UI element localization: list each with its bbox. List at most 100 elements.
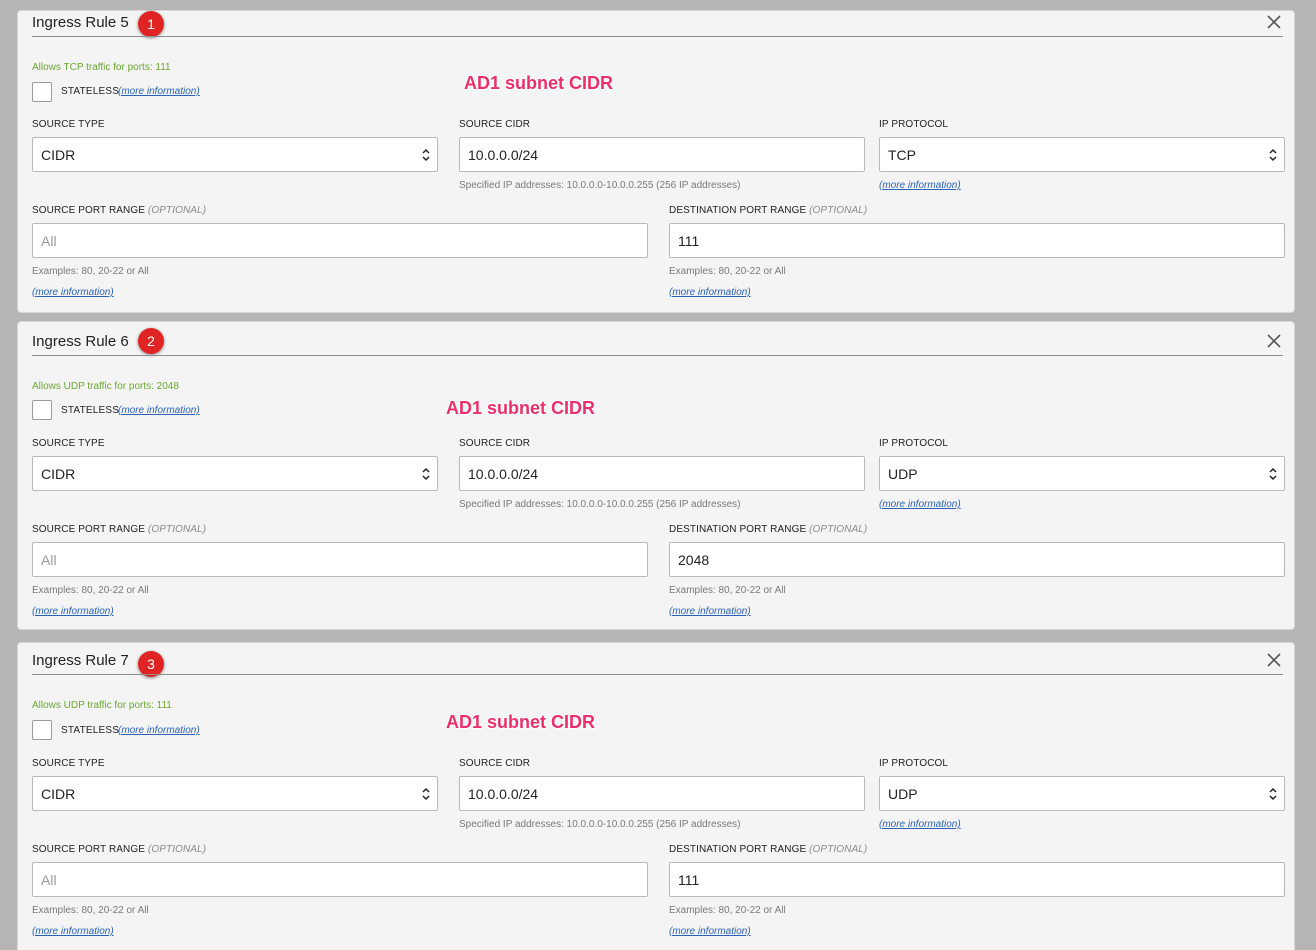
source-cidr-help: Specified IP addresses: 10.0.0.0-10.0.0.… [459, 499, 741, 510]
stateless-checkbox[interactable] [32, 82, 52, 102]
source-type-value: CIDR [41, 785, 76, 802]
source-port-range-input[interactable]: All [32, 223, 648, 258]
source-cidr-help: Specified IP addresses: 10.0.0.0-10.0.0.… [459, 819, 741, 830]
destination-port-help: Examples: 80, 20-22 or All [669, 266, 786, 277]
chevron-up-down-icon [422, 787, 430, 801]
rule-title: Ingress Rule 6 [32, 333, 129, 350]
destination-port-range-label: DESTINATION PORT RANGE (OPTIONAL) [669, 524, 867, 535]
close-icon[interactable] [1266, 652, 1282, 668]
source-type-label: SOURCE TYPE [32, 438, 105, 449]
source-port-range-label: SOURCE PORT RANGE (OPTIONAL) [32, 844, 206, 855]
source-port-more-info-link[interactable]: (more information) [32, 606, 114, 617]
annotation-label: AD1 subnet CIDR [446, 398, 596, 418]
ip-protocol-value: UDP [888, 785, 918, 802]
optional-tag: (OPTIONAL) [147, 524, 207, 535]
source-port-range-label-text: SOURCE PORT RANGE [32, 205, 146, 216]
source-type-value: CIDR [41, 146, 76, 163]
source-cidr-label: SOURCE CIDR [459, 438, 531, 449]
source-port-help: Examples: 80, 20-22 or All [32, 266, 149, 277]
destination-port-help: Examples: 80, 20-22 or All [669, 585, 786, 596]
stateless-label: STATELESS [61, 725, 120, 736]
destination-port-help: Examples: 80, 20-22 or All [669, 905, 786, 916]
destination-port-range-label: DESTINATION PORT RANGE (OPTIONAL) [669, 205, 867, 216]
destination-port-range-label-text: DESTINATION PORT RANGE [669, 524, 807, 535]
ip-protocol-label: IP PROTOCOL [879, 758, 949, 769]
optional-tag: (OPTIONAL) [809, 524, 868, 535]
optional-tag: (OPTIONAL) [147, 205, 207, 216]
source-port-range-label: SOURCE PORT RANGE (OPTIONAL) [32, 524, 206, 535]
ip-protocol-select[interactable]: TCP [879, 137, 1285, 172]
ip-protocol-value: TCP [888, 146, 916, 163]
destination-port-more-info-link[interactable]: (more information) [669, 287, 751, 298]
source-cidr-input[interactable]: 10.0.0.0/24 [459, 776, 865, 811]
annotation-badge: 2 [138, 328, 164, 354]
destination-port-range-label-text: DESTINATION PORT RANGE [669, 205, 807, 216]
rule-title: Ingress Rule 7 [32, 652, 129, 669]
optional-tag: (OPTIONAL) [809, 844, 868, 855]
source-type-select[interactable]: CIDR [32, 776, 438, 811]
source-port-help: Examples: 80, 20-22 or All [32, 585, 149, 596]
stateless-checkbox[interactable] [32, 400, 52, 420]
annotation-badge: 1 [138, 11, 164, 37]
source-cidr-label: SOURCE CIDR [459, 119, 531, 130]
ip-protocol-select[interactable]: UDP [879, 456, 1285, 491]
ip-protocol-label: IP PROTOCOL [879, 119, 949, 130]
ingress-rule-card: Ingress Rule 6 2 Allows UDP traffic for … [17, 321, 1295, 630]
stateless-checkbox[interactable] [32, 720, 52, 740]
chevron-up-down-icon [1269, 467, 1277, 481]
source-port-range-label-text: SOURCE PORT RANGE [32, 844, 146, 855]
source-port-range-input[interactable]: All [32, 542, 648, 577]
title-divider [32, 674, 1283, 675]
ip-protocol-more-info-link[interactable]: (more information) [879, 819, 961, 830]
chevron-up-down-icon [1269, 148, 1277, 162]
close-icon[interactable] [1266, 333, 1282, 349]
ip-protocol-value: UDP [888, 465, 918, 482]
source-cidr-input[interactable]: 10.0.0.0/24 [459, 137, 865, 172]
annotation-label: AD1 subnet CIDR [446, 712, 596, 732]
destination-port-range-input[interactable]: 111 [669, 862, 1285, 897]
title-divider [32, 355, 1283, 356]
source-port-more-info-link[interactable]: (more information) [32, 287, 114, 298]
source-port-more-info-link[interactable]: (more information) [32, 926, 114, 937]
destination-port-more-info-link[interactable]: (more information) [669, 606, 751, 617]
annotation-label: AD1 subnet CIDR [464, 73, 614, 93]
optional-tag: (OPTIONAL) [809, 205, 868, 216]
destination-port-range-input[interactable]: 111 [669, 223, 1285, 258]
title-divider [32, 36, 1283, 37]
rule-summary: Allows UDP traffic for ports: 2048 [32, 381, 179, 392]
source-type-label: SOURCE TYPE [32, 758, 105, 769]
destination-port-range-label-text: DESTINATION PORT RANGE [669, 844, 807, 855]
close-icon[interactable] [1266, 14, 1282, 30]
source-type-label: SOURCE TYPE [32, 119, 105, 130]
optional-tag: (OPTIONAL) [147, 844, 207, 855]
stateless-label: STATELESS [61, 86, 120, 97]
chevron-up-down-icon [422, 148, 430, 162]
source-port-range-input[interactable]: All [32, 862, 648, 897]
source-cidr-input[interactable]: 10.0.0.0/24 [459, 456, 865, 491]
destination-port-range-input[interactable]: 2048 [669, 542, 1285, 577]
source-type-select[interactable]: CIDR [32, 456, 438, 491]
source-cidr-label: SOURCE CIDR [459, 758, 531, 769]
source-type-select[interactable]: CIDR [32, 137, 438, 172]
destination-port-range-label: DESTINATION PORT RANGE (OPTIONAL) [669, 844, 867, 855]
ip-protocol-label: IP PROTOCOL [879, 438, 949, 449]
ingress-rule-card: Ingress Rule 5 1 Allows TCP traffic for … [17, 10, 1295, 313]
source-port-range-label: SOURCE PORT RANGE (OPTIONAL) [32, 205, 206, 216]
stateless-more-info-link[interactable]: (more information) [118, 86, 200, 97]
rule-summary: Allows UDP traffic for ports: 111 [32, 700, 172, 711]
rule-title: Ingress Rule 5 [32, 14, 129, 31]
ip-protocol-more-info-link[interactable]: (more information) [879, 180, 961, 191]
rule-summary: Allows TCP traffic for ports: 111 [32, 62, 171, 73]
chevron-up-down-icon [422, 467, 430, 481]
ip-protocol-select[interactable]: UDP [879, 776, 1285, 811]
stateless-label: STATELESS [61, 405, 120, 416]
source-cidr-help: Specified IP addresses: 10.0.0.0-10.0.0.… [459, 180, 741, 191]
stateless-more-info-link[interactable]: (more information) [118, 405, 200, 416]
chevron-up-down-icon [1269, 787, 1277, 801]
destination-port-more-info-link[interactable]: (more information) [669, 926, 751, 937]
stateless-more-info-link[interactable]: (more information) [118, 725, 200, 736]
source-port-help: Examples: 80, 20-22 or All [32, 905, 149, 916]
ip-protocol-more-info-link[interactable]: (more information) [879, 499, 961, 510]
source-type-value: CIDR [41, 465, 76, 482]
ingress-rule-card: Ingress Rule 7 3 Allows UDP traffic for … [17, 642, 1295, 950]
